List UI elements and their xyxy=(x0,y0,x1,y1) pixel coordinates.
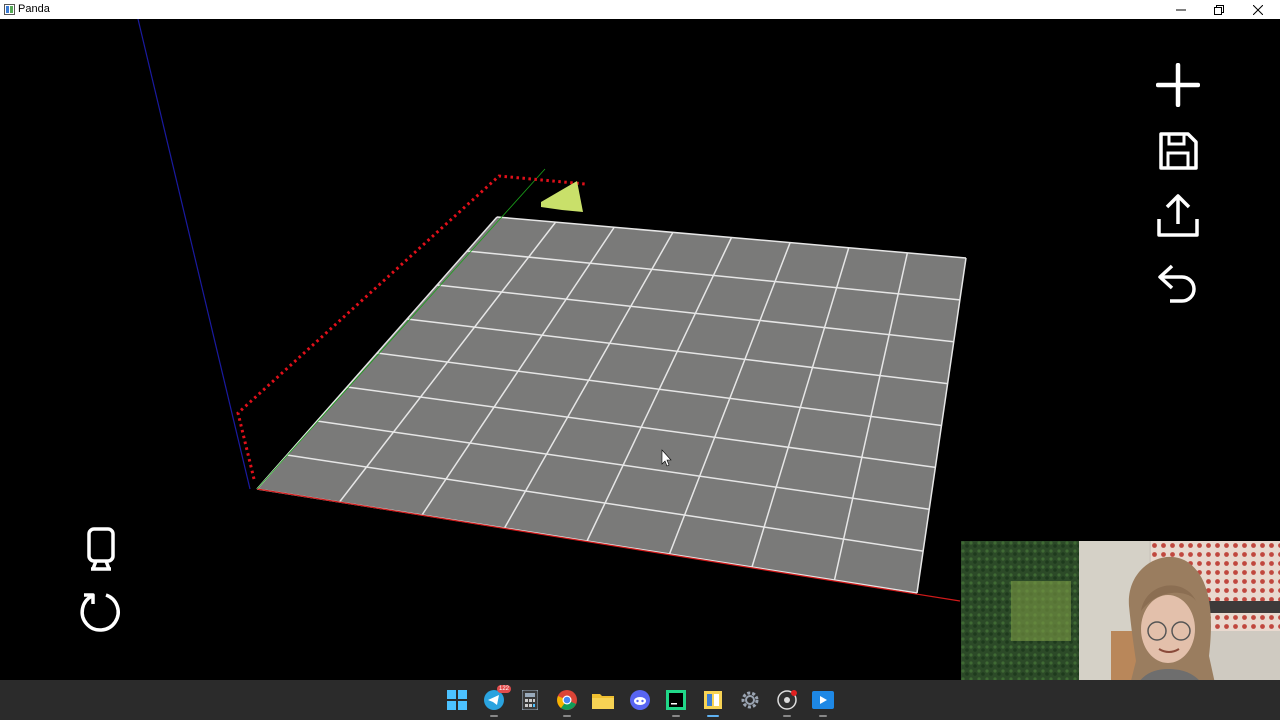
taskbar-file-explorer[interactable] xyxy=(591,688,615,712)
undo-icon xyxy=(1158,264,1196,303)
z-axis-line xyxy=(137,19,251,490)
save-icon xyxy=(1159,132,1198,170)
chrome-icon xyxy=(557,690,577,710)
taskbar-media-player[interactable] xyxy=(811,688,835,717)
taskbar-obs[interactable] xyxy=(775,688,799,717)
minimize-button[interactable] xyxy=(1162,0,1200,19)
taskbar-chrome[interactable] xyxy=(555,688,579,717)
folder-icon xyxy=(592,694,614,709)
device-button[interactable] xyxy=(77,525,125,573)
start-button[interactable] xyxy=(445,688,469,712)
rotate-icon xyxy=(80,593,120,632)
pycharm-icon xyxy=(666,690,686,710)
device-icon xyxy=(87,527,115,571)
taskbar-pycharm[interactable] xyxy=(664,688,688,717)
calculator-icon xyxy=(522,690,538,710)
export-button[interactable] xyxy=(1154,192,1202,240)
save-button[interactable] xyxy=(1154,127,1202,175)
restore-icon xyxy=(1214,4,1224,15)
camera-marker[interactable] xyxy=(541,181,583,212)
plus-icon xyxy=(1156,63,1200,107)
restore-button[interactable] xyxy=(1200,0,1238,19)
reset-button[interactable] xyxy=(77,589,125,637)
record-icon xyxy=(777,690,797,710)
title-bar: Panda xyxy=(0,0,1280,19)
close-icon xyxy=(1253,4,1263,15)
telegram-icon xyxy=(484,690,504,710)
running-indicator xyxy=(819,715,827,717)
taskbar-discord[interactable] xyxy=(628,688,652,712)
upload-icon xyxy=(1157,194,1199,237)
panda-icon xyxy=(704,691,722,709)
running-indicator xyxy=(563,715,571,717)
media-icon xyxy=(812,691,834,709)
running-indicator xyxy=(490,715,498,717)
taskbar-settings[interactable] xyxy=(738,688,762,712)
add-button[interactable] xyxy=(1154,61,1202,109)
running-indicator xyxy=(672,715,680,717)
running-indicator xyxy=(783,715,791,717)
taskbar-calculator[interactable] xyxy=(518,688,542,712)
minimize-icon xyxy=(1176,9,1186,10)
taskbar-telegram[interactable]: 122 xyxy=(482,685,511,717)
gear-icon xyxy=(741,691,759,709)
telegram-badge: 122 xyxy=(496,685,511,693)
window-title: Panda xyxy=(18,3,50,15)
windows-icon xyxy=(447,690,467,710)
active-indicator xyxy=(707,715,719,717)
taskbar-panda-app[interactable] xyxy=(701,688,725,717)
taskbar: 122 xyxy=(0,680,1280,720)
close-button[interactable] xyxy=(1239,0,1277,19)
undo-button[interactable] xyxy=(1154,260,1202,308)
app-icon xyxy=(4,4,15,15)
grid-plane[interactable] xyxy=(257,217,966,593)
discord-icon xyxy=(630,690,650,710)
